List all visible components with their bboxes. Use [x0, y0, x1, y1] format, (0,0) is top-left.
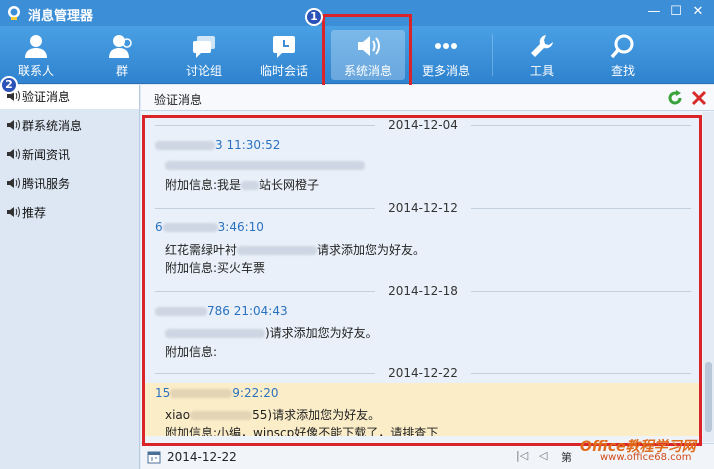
message-panel: 验证消息 2014-12-04 3 11:30:52 附加信息:我是 站长网橙子 …: [141, 85, 714, 469]
message-extra-info: 附加信息:我是 站长网橙子: [165, 178, 320, 192]
message-item[interactable]: 6 3:46:10 红花需绿叶衬 请求添加您为好友。 附加信息:买火车票: [145, 220, 701, 280]
message-sender-time: 15 9:22:20: [155, 386, 279, 400]
message-item[interactable]: 3 11:30:52 附加信息:我是 站长网橙子: [145, 138, 701, 196]
tool-more-messages[interactable]: 更多消息: [415, 30, 477, 80]
annotation-badge-2: 2: [0, 76, 18, 94]
annotation-badge-1: 1: [305, 8, 323, 26]
date-label: 2014-12-04: [388, 118, 458, 132]
title-bar: 消息管理器 — ☐ ✕: [0, 0, 714, 26]
refresh-icon[interactable]: [666, 89, 684, 107]
page-label: 第: [561, 451, 572, 464]
tool-search[interactable]: 查找: [593, 30, 653, 80]
main-toolbar: 联系人 群 讨论组 临时会话 系统消息 更多消息 工具 查找: [0, 26, 714, 84]
message-body: 红花需绿叶衬 请求添加您为好友。: [165, 243, 426, 257]
sidebar-item-label: 验证消息: [22, 90, 71, 104]
tool-label: 查找: [610, 64, 635, 78]
sidebar-item-tencent-service[interactable]: 腾讯服务: [0, 172, 139, 196]
message-scrollbar[interactable]: [703, 112, 714, 442]
message-item-selected[interactable]: 15 9:22:20 xiao 55)请求添加您为好友。 附加信息:小编，winsc…: [145, 383, 701, 436]
message-extra-info: 附加信息:: [165, 345, 218, 359]
sidebar-item-label: 群系统消息: [22, 119, 83, 133]
tool-contacts[interactable]: 联系人: [6, 30, 66, 80]
sidebar-item-label: 推荐: [22, 206, 47, 220]
app-logo-icon: [8, 6, 20, 20]
person-icon: [25, 35, 47, 58]
message-extra-info: 附加信息:小编，winscp好像不能下载了，请排查下: [165, 426, 439, 436]
sidebar-item-verification[interactable]: 验证消息: [0, 85, 139, 109]
sidebar-item-label: 腾讯服务: [22, 177, 71, 191]
more-icon: [435, 43, 457, 49]
tool-groups[interactable]: 群: [92, 30, 152, 80]
sidebar-item-label: 新闻资讯: [22, 148, 71, 162]
watermark-url: www.office68.com: [600, 452, 692, 463]
speaker-icon: [7, 206, 20, 218]
tool-label: 临时会话: [259, 64, 308, 78]
message-sender-time: 786 21:04:43: [155, 304, 288, 318]
speaker-icon: [7, 119, 20, 131]
date-separator: 2014-12-04: [145, 118, 701, 132]
search-icon: [610, 34, 634, 59]
delete-icon[interactable]: [690, 89, 708, 107]
tool-tools[interactable]: 工具: [512, 30, 572, 80]
message-list: 2014-12-04 3 11:30:52 附加信息:我是 站长网橙子 2014-…: [145, 118, 701, 436]
category-sidebar: 验证消息 群系统消息 新闻资讯 腾讯服务 推荐: [0, 85, 140, 469]
prev-page-button[interactable]: ◁: [539, 449, 547, 462]
panel-header: 验证消息: [141, 85, 714, 111]
first-page-button[interactable]: |◁: [516, 449, 528, 462]
sidebar-item-news[interactable]: 新闻资讯: [0, 143, 139, 167]
message-extra-info: 附加信息:买火车票: [165, 261, 266, 275]
tool-system-messages[interactable]: 系统消息: [331, 30, 405, 80]
window-title: 消息管理器: [28, 9, 94, 24]
message-body: xiao 55)请求添加您为好友。: [165, 408, 381, 422]
maximize-button[interactable]: ☐: [666, 3, 686, 21]
scrollbar-thumb[interactable]: [705, 362, 712, 432]
date-label: 2014-12-18: [388, 284, 458, 298]
discussion-icon: [193, 36, 215, 58]
panel-title: 验证消息: [154, 93, 203, 107]
message-body: )请求添加您为好友。: [165, 324, 378, 341]
message-body: [165, 158, 365, 172]
tool-label: 联系人: [17, 64, 54, 78]
date-separator: 2014-12-12: [145, 201, 701, 215]
message-sender-time: 6 3:46:10: [155, 220, 264, 234]
tool-label: 系统消息: [343, 64, 392, 78]
date-label: 2014-12-22: [388, 366, 458, 380]
date-label: 2014-12-12: [388, 201, 458, 215]
wrench-icon: [531, 35, 553, 57]
message-item[interactable]: 786 21:04:43 )请求添加您为好友。 附加信息:: [145, 304, 701, 364]
group-icon: [109, 35, 132, 58]
date-separator: 2014-12-18: [145, 284, 701, 298]
close-button[interactable]: ✕: [688, 3, 708, 21]
speaker-icon: [7, 177, 20, 189]
minimize-button[interactable]: —: [644, 3, 664, 21]
sidebar-item-recommend[interactable]: 推荐: [0, 201, 139, 225]
calendar-icon[interactable]: [147, 450, 161, 464]
message-sender-time: 3 11:30:52: [155, 138, 280, 152]
tool-label: 工具: [529, 64, 554, 78]
tool-label: 讨论组: [185, 64, 222, 78]
tool-label: 更多消息: [421, 64, 470, 78]
speaker-icon: [7, 148, 20, 160]
sidebar-item-group-system[interactable]: 群系统消息: [0, 114, 139, 138]
tool-discussion[interactable]: 讨论组: [174, 30, 234, 80]
date-separator: 2014-12-22: [145, 366, 701, 380]
temp-chat-icon: [273, 36, 295, 58]
current-date: 2014-12-22: [167, 450, 237, 464]
speaker-icon: [358, 36, 380, 56]
tool-temp-chat[interactable]: 临时会话: [254, 30, 314, 80]
tool-label: 群: [115, 64, 128, 78]
toolbar-divider: [492, 34, 493, 76]
